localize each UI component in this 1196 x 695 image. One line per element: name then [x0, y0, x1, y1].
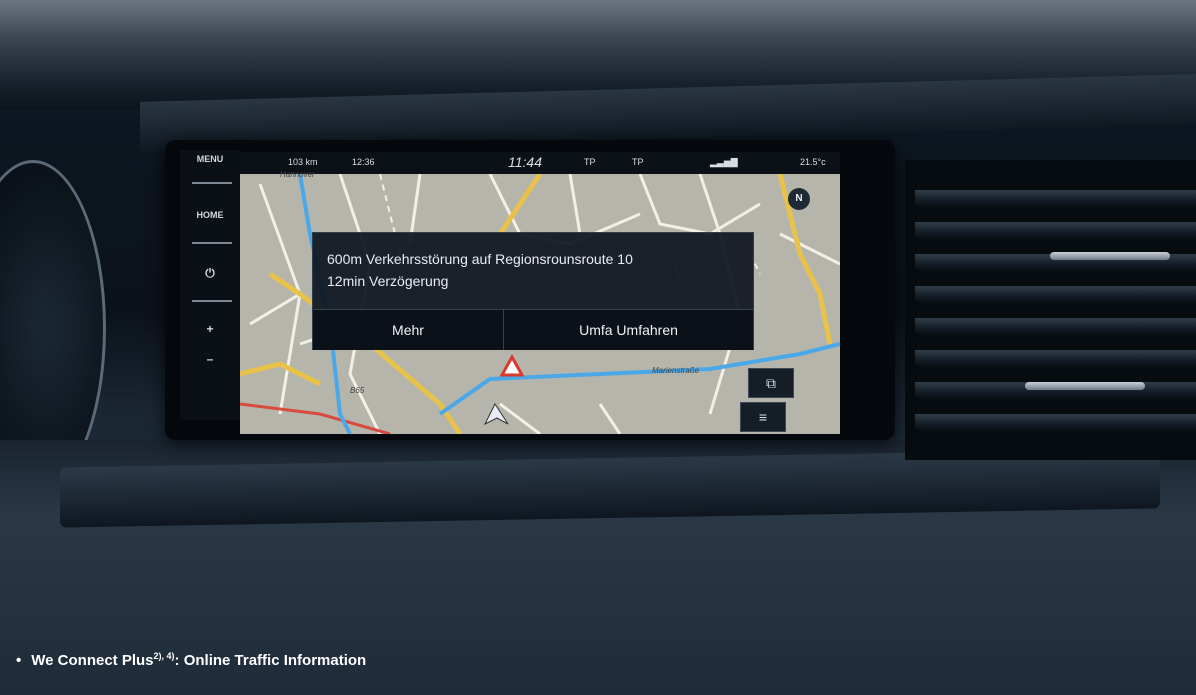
detour-button[interactable]: Umfa Umfahren	[504, 309, 753, 350]
caption-bullet: •	[16, 652, 22, 669]
map-view-icon: ⧉	[766, 375, 776, 391]
volume-up-icon[interactable]: +	[188, 322, 232, 336]
map-view-button[interactable]: ⧉	[748, 368, 794, 398]
menu-button[interactable]: MENU	[188, 154, 232, 164]
signal-icon: ▂▃▅▇	[710, 157, 738, 167]
rail-divider	[192, 300, 232, 302]
street-label: Marienstraße	[652, 366, 700, 375]
menu-icon: ≡	[758, 409, 768, 425]
vent-slat	[915, 286, 1196, 302]
clock: 11:44	[508, 154, 542, 170]
route-label: B65	[350, 386, 365, 395]
vent-slat	[915, 222, 1196, 238]
city-label: Hannover	[280, 170, 315, 179]
caption: • We Connect Plus2), 4): Online Traffic I…	[16, 651, 366, 669]
tp-indicator: TP	[584, 157, 596, 167]
rail-divider	[192, 182, 232, 184]
vent-knob[interactable]	[1050, 252, 1170, 260]
volume-down-icon[interactable]: –	[188, 352, 232, 366]
caption-title-prefix: We Connect Plus	[31, 652, 154, 669]
caption-superscript: 2), 4)	[153, 651, 175, 661]
eta-readout: 12:36	[352, 157, 375, 167]
delay-message: 12min Verzögerung	[327, 273, 449, 289]
tp-indicator: TP	[632, 157, 644, 167]
compass-icon[interactable]: N	[788, 188, 810, 210]
map-menu-button[interactable]: ≡	[740, 402, 786, 432]
vent-knob[interactable]	[1025, 382, 1145, 390]
traffic-message: 600m Verkehrsstörung auf Regionsrounsrou…	[327, 251, 633, 267]
vent-slat	[915, 318, 1196, 334]
vent-slat	[915, 350, 1196, 366]
home-button[interactable]: HOME	[188, 210, 232, 220]
air-vent	[905, 160, 1196, 460]
power-icon[interactable]: ⏻	[188, 266, 232, 281]
infotainment-screen: 103 km 12:36 11:44 TP TP ▂▃▅▇ 21.5°c Han…	[240, 152, 840, 434]
temperature-readout: 21.5°c	[800, 157, 826, 167]
distance-readout: 103 km	[288, 157, 318, 167]
status-bar: 103 km 12:36 11:44 TP TP ▂▃▅▇ 21.5°c	[240, 152, 840, 174]
traffic-warning-icon[interactable]	[499, 353, 525, 377]
vent-slat	[915, 190, 1196, 206]
side-rail: MENU HOME ⏻ + –	[180, 150, 240, 420]
vent-slat	[915, 414, 1196, 430]
more-button[interactable]: Mehr	[313, 309, 503, 350]
rail-divider	[192, 242, 232, 244]
traffic-popup: 600m Verkehrsstörung auf Regionsrounsrou…	[312, 232, 754, 350]
caption-title-suffix: : Online Traffic Information	[174, 652, 367, 669]
